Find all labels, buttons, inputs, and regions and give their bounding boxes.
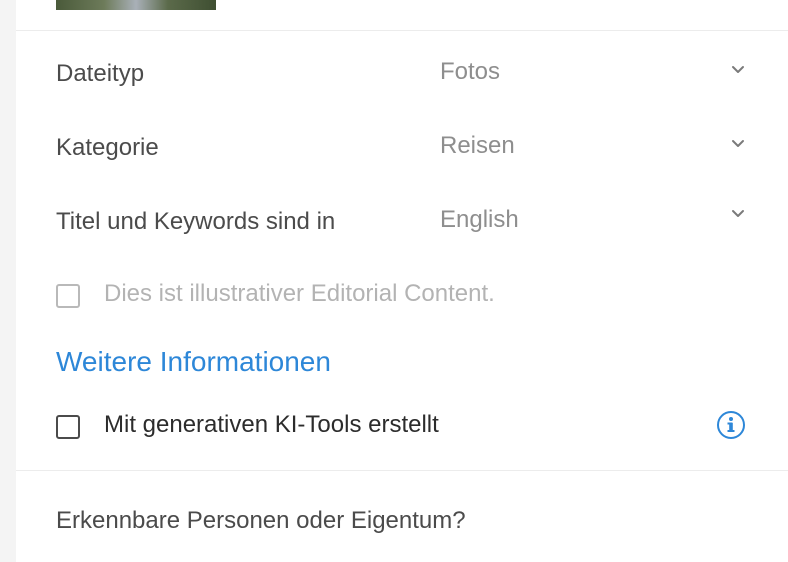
language-dropdown[interactable]: English (440, 206, 746, 242)
category-value: Reisen (440, 132, 515, 159)
file-type-value: Fotos (440, 58, 501, 85)
category-row: Kategorie Reisen (56, 132, 746, 174)
editorial-checkbox-label: Dies ist illustrativer Editorial Content… (104, 280, 495, 307)
image-thumbnail[interactable] (56, 0, 216, 10)
upload-details-panel: Dateityp Fotos Kategorie Reisen Titel un… (16, 0, 788, 562)
file-type-label: Dateityp (56, 60, 145, 87)
category-dropdown[interactable]: Reisen (440, 132, 746, 168)
editorial-checkbox[interactable] (56, 284, 80, 308)
more-info-link[interactable]: Weitere Informationen (56, 346, 331, 378)
file-type-dropdown[interactable]: Fotos (440, 58, 746, 94)
editorial-checkbox-row: Dies ist illustrativer Editorial Content… (56, 280, 746, 318)
language-row: Titel und Keywords sind in English (56, 206, 746, 248)
ai-checkbox-row: Mit generativen KI-Tools erstellt (56, 411, 746, 449)
chevron-down-icon (732, 210, 744, 217)
file-type-row: Dateityp Fotos (56, 58, 746, 100)
ai-generated-checkbox[interactable] (56, 415, 80, 439)
category-label: Kategorie (56, 134, 159, 161)
info-icon[interactable] (716, 410, 746, 440)
recognizable-people-property-label: Erkennbare Personen oder Eigentum? (56, 507, 466, 534)
ai-generated-checkbox-label: Mit generativen KI-Tools erstellt (104, 411, 439, 438)
chevron-down-icon (732, 66, 744, 73)
language-value: English (440, 206, 519, 233)
chevron-down-icon (732, 140, 744, 147)
divider (16, 30, 788, 31)
divider (16, 470, 788, 471)
language-label: Titel und Keywords sind in (56, 208, 336, 235)
